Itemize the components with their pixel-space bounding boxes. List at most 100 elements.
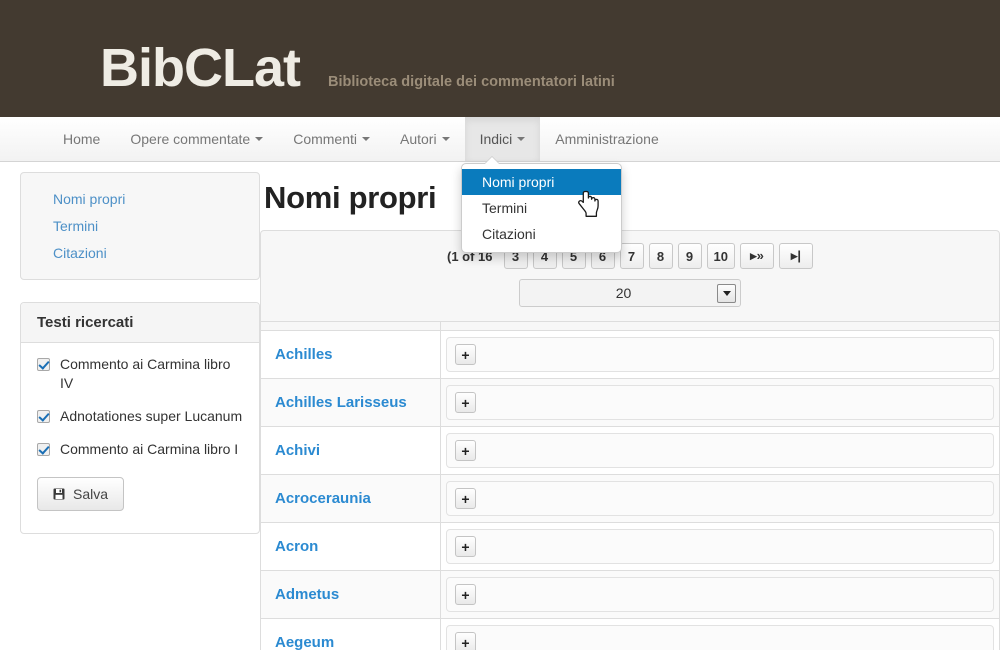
expand-panel: +	[446, 625, 994, 650]
expand-button[interactable]: +	[455, 488, 476, 509]
expand-panel: +	[446, 337, 994, 372]
index-table: Achilles + Achilles Larisseus + Achivi +…	[260, 321, 1000, 650]
entry-link[interactable]: Achivi	[275, 442, 320, 459]
pagination: (1 of 16 3 4 5 6 7 8 9 10 ▸» ▸|	[271, 243, 989, 269]
text-filter-label: Adnotationes super Lucanum	[60, 407, 243, 424]
sidebar-index-links-panel: Nomi propri Termini Citazioni	[20, 172, 260, 280]
brand-title: BibCLat	[100, 38, 301, 98]
expand-button[interactable]: +	[455, 632, 476, 650]
expand-panel: +	[446, 433, 994, 468]
table-cell-details: +	[440, 330, 1000, 379]
nav-item-home[interactable]: Home	[48, 117, 115, 161]
table-row: Achivi +	[260, 426, 1000, 475]
table-row: Achilles Larisseus +	[260, 378, 1000, 427]
nav-item-commenti[interactable]: Commenti	[278, 117, 385, 161]
sidebar: Nomi propri Termini Citazioni Testi rice…	[20, 172, 260, 650]
floppy-disk-icon	[53, 488, 65, 500]
expand-button[interactable]: +	[455, 440, 476, 461]
table-cell-name: Aegeum	[260, 618, 441, 650]
entry-link[interactable]: Achilles Larisseus	[275, 394, 407, 411]
entry-link[interactable]: Achilles	[275, 346, 333, 363]
page-button[interactable]: 7	[619, 243, 644, 269]
table-cell-details: +	[440, 570, 1000, 619]
table-body: Achilles + Achilles Larisseus + Achivi +…	[260, 330, 1000, 650]
page-button[interactable]: 9	[677, 243, 702, 269]
column-header-details	[440, 321, 1000, 331]
checkbox-checked-icon[interactable]	[37, 358, 50, 371]
nav-item-autori[interactable]: Autori	[385, 117, 465, 161]
next-pages-button[interactable]: ▸»	[739, 243, 774, 269]
table-row: Admetus +	[260, 570, 1000, 619]
text-filter-label: Commento ai Carmina libro IV	[60, 356, 231, 391]
nav-item-label: Home	[63, 131, 101, 147]
table-cell-details: +	[440, 522, 1000, 571]
indici-dropdown-menu: Nomi propri Termini Citazioni	[461, 156, 622, 253]
last-page-button[interactable]: ▸|	[778, 243, 813, 269]
text-filter-label: Commento ai Carmina libro I	[60, 440, 239, 457]
nav-item-label: Autori	[400, 131, 437, 147]
main-navigation: Home Opere commentate Commenti Autori In…	[0, 117, 1000, 162]
expand-panel: +	[446, 529, 994, 564]
panel-title: Testi ricercati	[21, 303, 259, 343]
brand-subtitle: Biblioteca digitale dei commentatori lat…	[327, 74, 615, 90]
table-cell-name: Achivi	[260, 426, 441, 475]
expand-button[interactable]: +	[455, 392, 476, 413]
chevron-down-icon	[517, 137, 526, 141]
entry-link[interactable]: Admetus	[275, 586, 339, 603]
dropdown-item-citazioni[interactable]: Citazioni	[462, 221, 621, 247]
text-filter-row[interactable]: Adnotationes super Lucanum	[37, 407, 243, 426]
main-content: Nomi propri (1 of 16 3 4 5 6 7 8 9 10 ▸»…	[260, 172, 1000, 650]
page-size-value: 20	[615, 285, 632, 301]
sidebar-link-citazioni[interactable]: Citazioni	[37, 245, 243, 261]
testi-ricercati-panel: Testi ricercati Commento ai Carmina libr…	[20, 302, 260, 534]
chevron-down-icon	[255, 137, 264, 141]
table-row: Acron +	[260, 522, 1000, 571]
entry-link[interactable]: Acron	[275, 538, 318, 555]
table-row: Acroceraunia +	[260, 474, 1000, 523]
page-button[interactable]: 8	[648, 243, 673, 269]
table-row: Aegeum +	[260, 618, 1000, 650]
nav-item-amministrazione[interactable]: Amministrazione	[540, 117, 673, 161]
nav-item-label: Commenti	[293, 131, 357, 147]
checkbox-checked-icon[interactable]	[37, 442, 50, 456]
table-header	[260, 321, 1000, 331]
column-header-name	[260, 321, 441, 331]
checkbox-checked-icon[interactable]	[37, 409, 50, 423]
entry-link[interactable]: Aegeum	[275, 634, 334, 650]
text-filter-row[interactable]: Commento ai Carmina libro I	[37, 440, 243, 459]
dropdown-item-termini[interactable]: Termini	[462, 195, 621, 221]
table-cell-details: +	[440, 378, 1000, 427]
nav-item-label: Indici	[479, 131, 513, 147]
chevron-down-icon	[362, 137, 370, 141]
page-title: Nomi propri	[264, 180, 437, 215]
sidebar-link-nomi-propri[interactable]: Nomi propri	[37, 191, 243, 207]
nav-item-opere-commentate[interactable]: Opere commentate	[115, 117, 278, 161]
expand-button[interactable]: +	[455, 536, 476, 557]
chevron-down-icon	[441, 137, 450, 141]
page-size-select[interactable]: 20	[519, 279, 741, 307]
sidebar-link-termini[interactable]: Termini	[37, 218, 243, 234]
expand-panel: +	[446, 385, 994, 420]
table-header-row	[260, 321, 1000, 331]
save-button[interactable]: Salva	[37, 476, 125, 511]
table-cell-name: Achilles Larisseus	[260, 378, 441, 427]
expand-button[interactable]: +	[455, 584, 476, 605]
table-cell-name: Admetus	[260, 570, 441, 619]
page-size-row: 20	[271, 279, 989, 307]
brand: BibCLat Biblioteca digitale dei commenta…	[100, 41, 615, 95]
entry-link[interactable]: Acroceraunia	[275, 490, 371, 507]
chevron-down-icon[interactable]	[717, 283, 736, 303]
dropdown-item-nomi-propri[interactable]: Nomi propri	[462, 169, 621, 195]
expand-panel: +	[446, 481, 994, 516]
expand-panel: +	[446, 577, 994, 612]
table-cell-details: +	[440, 426, 1000, 475]
page-button[interactable]: 10	[706, 243, 735, 269]
text-filter-row[interactable]: Commento ai Carmina libro IV	[37, 355, 243, 393]
nav-item-indici[interactable]: Indici	[464, 117, 541, 161]
panel-content: Commento ai Carmina libro IV Adnotatione…	[21, 343, 259, 511]
table-cell-details: +	[440, 474, 1000, 523]
table-cell-details: +	[440, 618, 1000, 650]
site-masthead: BibCLat Biblioteca digitale dei commenta…	[0, 0, 1000, 117]
expand-button[interactable]: +	[455, 344, 476, 365]
table-toolbar: (1 of 16 3 4 5 6 7 8 9 10 ▸» ▸| 20	[260, 230, 1000, 321]
